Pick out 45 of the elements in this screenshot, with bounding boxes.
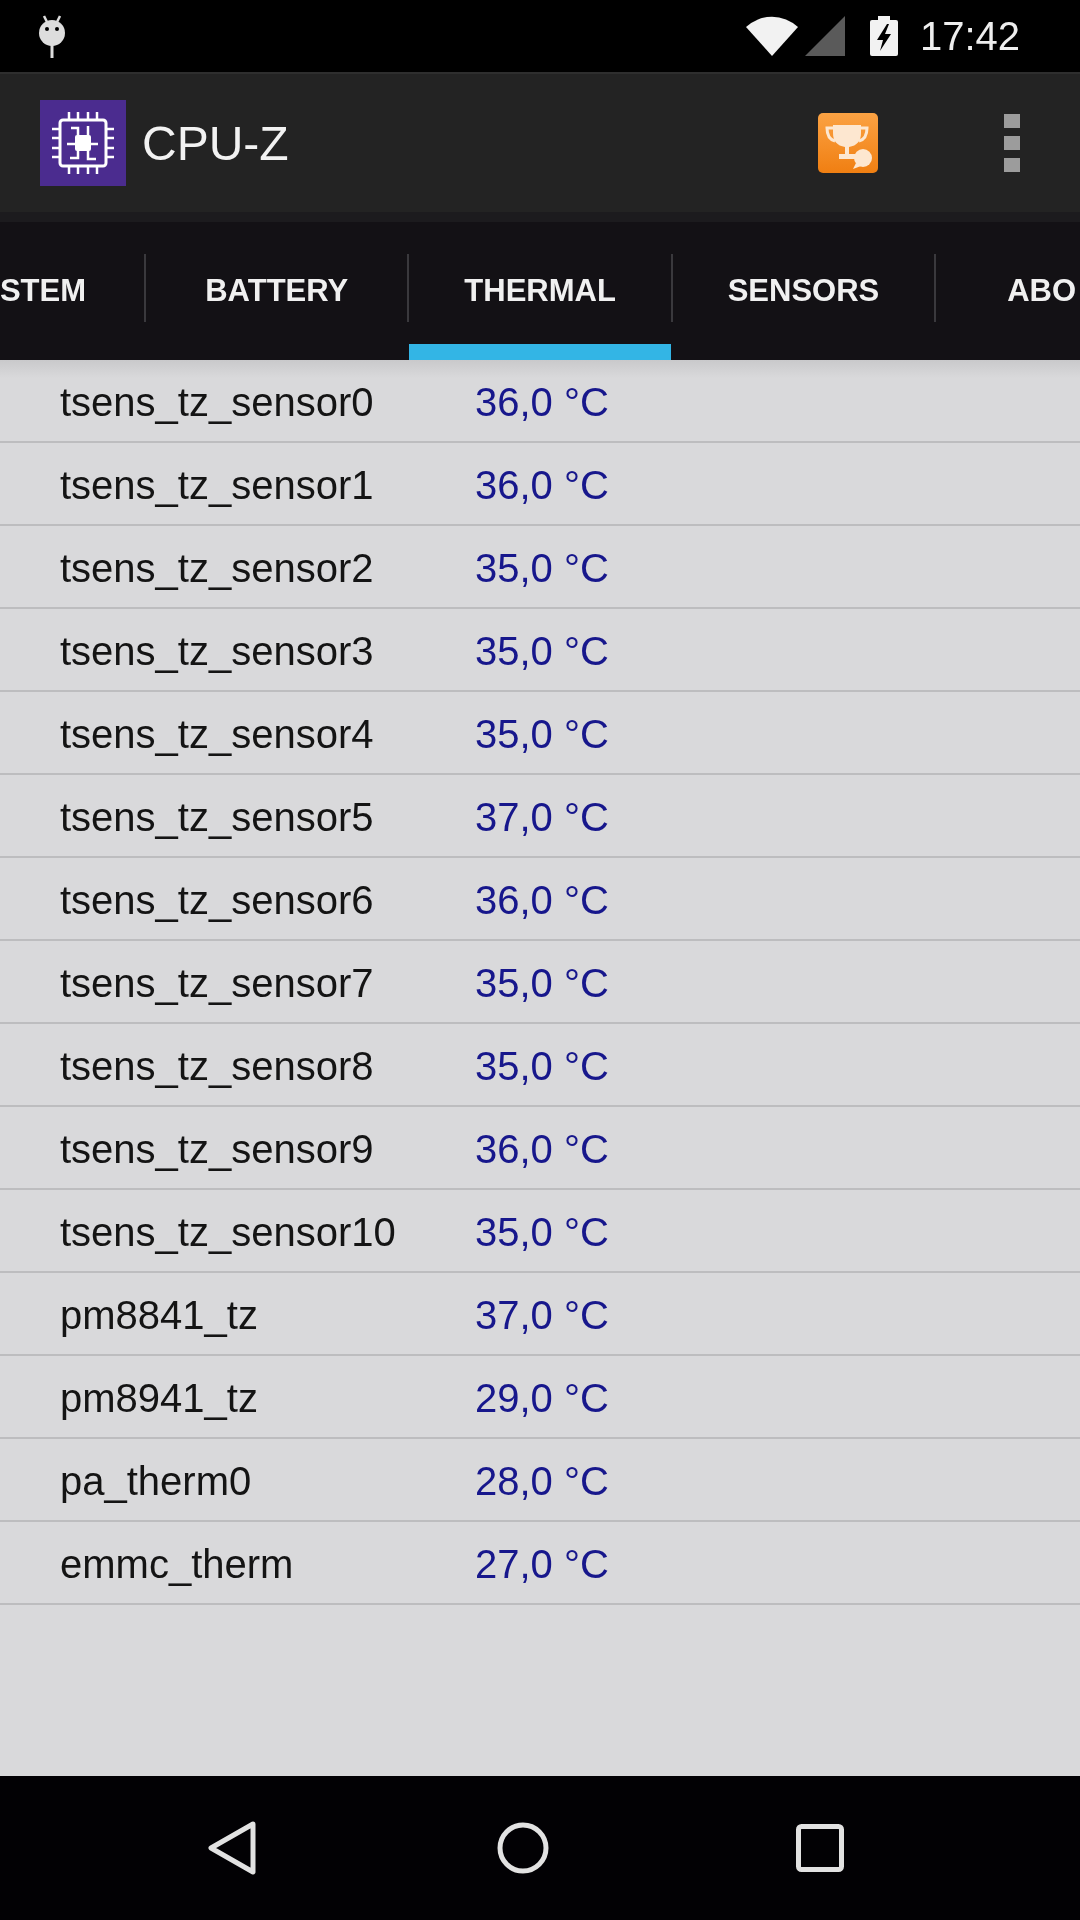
android-debug-icon	[37, 14, 67, 58]
sensor-name: pm8841_tz	[60, 1293, 258, 1337]
sensor-name: tsens_tz_sensor1	[60, 463, 374, 507]
temperature-value: 37,0 °C	[475, 1293, 609, 1338]
cpu-chip-icon	[40, 100, 126, 186]
clock-time: 17:42	[919, 16, 1020, 56]
home-icon[interactable]	[497, 1822, 549, 1874]
temperature-value: 36,0 °C	[475, 380, 609, 425]
battery-charging-icon	[869, 16, 898, 56]
sensor-name: tsens_tz_sensor8	[60, 1044, 374, 1088]
tab[interactable]: BATTERY	[146, 222, 408, 360]
wifi-icon	[744, 16, 799, 56]
sensor-name: pa_therm0	[60, 1459, 252, 1503]
recent-apps-icon[interactable]	[796, 1824, 844, 1872]
temperature-value: 36,0 °C	[475, 1127, 609, 1172]
signal-icon	[804, 16, 845, 56]
temperature-value: 35,0 °C	[475, 546, 609, 591]
sensor-name: tsens_tz_sensor3	[60, 629, 374, 673]
sensor-name: tsens_tz_sensor5	[60, 795, 374, 839]
sensor-name: tsens_tz_sensor6	[60, 878, 374, 922]
temperature-value: 29,0 °C	[475, 1376, 609, 1421]
app-title: CPU-Z	[142, 115, 289, 171]
temperature-value: 36,0 °C	[475, 463, 609, 508]
sensor-name: tsens_tz_sensor2	[60, 546, 374, 590]
temperature-value: 36,0 °C	[475, 878, 609, 923]
temperature-value: 37,0 °C	[475, 795, 609, 840]
temperature-value: 35,0 °C	[475, 712, 609, 757]
sensor-name: tsens_tz_sensor7	[60, 961, 374, 1005]
tab[interactable]: SENSORS	[672, 222, 935, 360]
tab[interactable]: STEM	[0, 222, 144, 360]
sensor-name: tsens_tz_sensor10	[60, 1210, 396, 1254]
sensor-name: pm8941_tz	[60, 1376, 258, 1420]
back-icon[interactable]	[207, 1821, 257, 1875]
temperature-value: 35,0 °C	[475, 629, 609, 674]
more-options-icon[interactable]	[1004, 114, 1020, 172]
temperature-value: 35,0 °C	[475, 1210, 609, 1255]
temperature-value: 35,0 °C	[475, 961, 609, 1006]
sensor-name: emmc_therm	[60, 1542, 294, 1586]
sensor-name: tsens_tz_sensor0	[60, 380, 374, 424]
temperature-value: 27,0 °C	[475, 1542, 609, 1587]
sensor-name: tsens_tz_sensor9	[60, 1127, 374, 1171]
temperature-value: 28,0 °C	[475, 1459, 609, 1504]
sensor-name: tsens_tz_sensor4	[60, 712, 374, 756]
temperature-value: 35,0 °C	[475, 1044, 609, 1089]
tab[interactable]: ABO	[936, 222, 1080, 360]
